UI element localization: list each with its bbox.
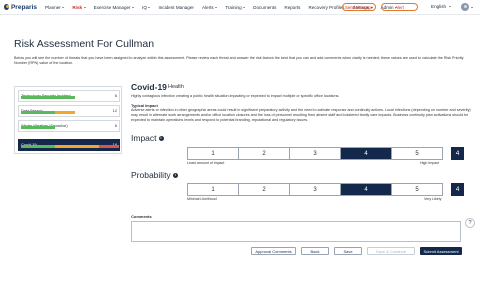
nav-item-exercise-manager[interactable]: Exercise Manager — [90, 5, 139, 10]
help-button[interactable]: ? — [465, 218, 475, 228]
save-continue-button[interactable]: Save & Continue — [367, 247, 415, 255]
risk-level-segment — [99, 145, 119, 149]
nav-item-label: Exercise Manager — [93, 4, 131, 10]
save-button[interactable]: Save — [334, 247, 362, 255]
nav-item-incident-manager[interactable]: Incident Manager — [154, 5, 198, 10]
risk-level-bar — [21, 126, 119, 130]
threat-list-item[interactable]: Technology Security Incident 6 — [18, 90, 120, 102]
threat-list-item[interactable]: Winter Weather (Snow/Ice) 6 — [18, 120, 120, 132]
impact-label: Impact i — [131, 133, 164, 143]
nav-item-risk[interactable]: Risk — [68, 5, 89, 10]
probability-option-4[interactable]: 4 — [341, 184, 392, 195]
language-label: English — [431, 4, 447, 9]
nav-item-training[interactable]: Training — [221, 5, 249, 10]
page-intro: Below you will see the number of threats… — [14, 56, 464, 65]
nav-item-alerts[interactable]: Alerts — [198, 5, 221, 10]
threat-title: Covid-19 — [131, 82, 167, 92]
brand-name: Preparis — [10, 3, 37, 11]
chevron-down-icon — [148, 6, 151, 8]
info-icon[interactable]: i — [158, 135, 164, 141]
risk-level-bar — [21, 96, 119, 100]
comments-field[interactable] — [131, 221, 461, 242]
nav-item-label: Alerts — [201, 4, 214, 10]
nav-item-planner[interactable]: Planner — [41, 5, 68, 10]
nav-item-documents[interactable]: Documents — [249, 5, 280, 10]
threat-list-item[interactable]: Data Breach 12 — [18, 105, 120, 117]
threat-list: Technology Security Incident 6 Data Breach… — [14, 86, 122, 154]
nav-item-iq[interactable]: IQ — [138, 5, 154, 10]
chevron-down-icon — [83, 6, 86, 8]
risk-level-segment — [21, 96, 75, 100]
nav-item-label: Training — [225, 4, 242, 10]
typical-impact-text: Adverse alerts or infection in other geo… — [131, 108, 471, 122]
probability-option-2[interactable]: 2 — [239, 184, 290, 195]
impact-scale: 12345 — [187, 147, 443, 160]
threat-category: Health — [168, 84, 184, 90]
probability-score: 4 — [451, 183, 464, 196]
chevron-down-icon — [449, 6, 452, 7]
threat-description: Highly contagious infection creating a p… — [131, 94, 340, 98]
chevron-down-icon — [215, 6, 218, 8]
risk-level-bar — [21, 145, 119, 149]
impact-option-3[interactable]: 3 — [290, 148, 341, 159]
page-title: Risk Assessment For Cullman — [14, 38, 155, 50]
preparis-logo-icon — [4, 4, 9, 10]
impact-option-1[interactable]: 1 — [188, 148, 239, 159]
nav-item-label: Risk — [72, 4, 83, 10]
impact-option-2[interactable]: 2 — [239, 148, 290, 159]
back-button[interactable]: Back — [301, 247, 329, 255]
probability-option-1[interactable]: 1 — [188, 184, 239, 195]
nav-item-label: Planner — [45, 4, 61, 10]
risk-level-segment — [21, 126, 56, 130]
impact-label-text: Impact — [131, 133, 157, 143]
chevron-down-icon — [132, 6, 135, 8]
probability-high-label: Very Likely — [424, 197, 442, 201]
alert-button[interactable]: Alert — [381, 3, 418, 11]
probability-option-5[interactable]: 5 — [392, 184, 442, 195]
risk-level-segment — [21, 111, 56, 115]
probability-label-text: Probability — [131, 170, 171, 180]
nav-item-label: Documents — [253, 4, 277, 10]
nav-item-label: Reports — [284, 4, 301, 10]
brand-logo[interactable]: Preparis — [4, 4, 37, 11]
chevron-down-icon — [62, 6, 65, 8]
impact-option-5[interactable]: 5 — [392, 148, 442, 159]
probability-low-label: Minimal Likelihood — [187, 197, 217, 201]
submit-assessment-button[interactable]: Submit Assessment — [420, 247, 462, 255]
impact-score: 4 — [451, 147, 464, 160]
risk-level-segment — [55, 145, 100, 149]
probability-label: Probability i — [131, 170, 178, 180]
comments-label: Comments — [131, 214, 152, 219]
nav-item-reports[interactable]: Reports — [280, 5, 304, 10]
probability-option-3[interactable]: 3 — [290, 184, 341, 195]
nav-item-label: Incident Manager — [158, 4, 194, 10]
info-icon[interactable]: i — [172, 172, 178, 178]
user-menu-chevron-icon[interactable] — [471, 6, 473, 8]
impact-high-label: High Impact — [420, 161, 440, 165]
probability-scale: 12345 — [187, 183, 443, 196]
threat-list-item[interactable]: Covid-19 16 — [18, 139, 120, 151]
approval-comments-button[interactable]: Approval Comments — [251, 247, 296, 255]
chevron-down-icon — [243, 6, 246, 8]
risk-level-segment — [55, 111, 75, 115]
risk-level-segment — [21, 145, 56, 149]
send-message-button[interactable]: Send Message — [342, 3, 376, 11]
nav-item-label: Recovery Profiles — [308, 4, 345, 10]
nav-item-label: IQ — [142, 4, 147, 10]
impact-low-label: Least amount of impact — [187, 161, 225, 165]
language-select[interactable]: English — [431, 4, 452, 9]
risk-level-bar — [21, 111, 119, 115]
avatar[interactable] — [461, 3, 469, 11]
impact-option-4[interactable]: 4 — [341, 148, 392, 159]
